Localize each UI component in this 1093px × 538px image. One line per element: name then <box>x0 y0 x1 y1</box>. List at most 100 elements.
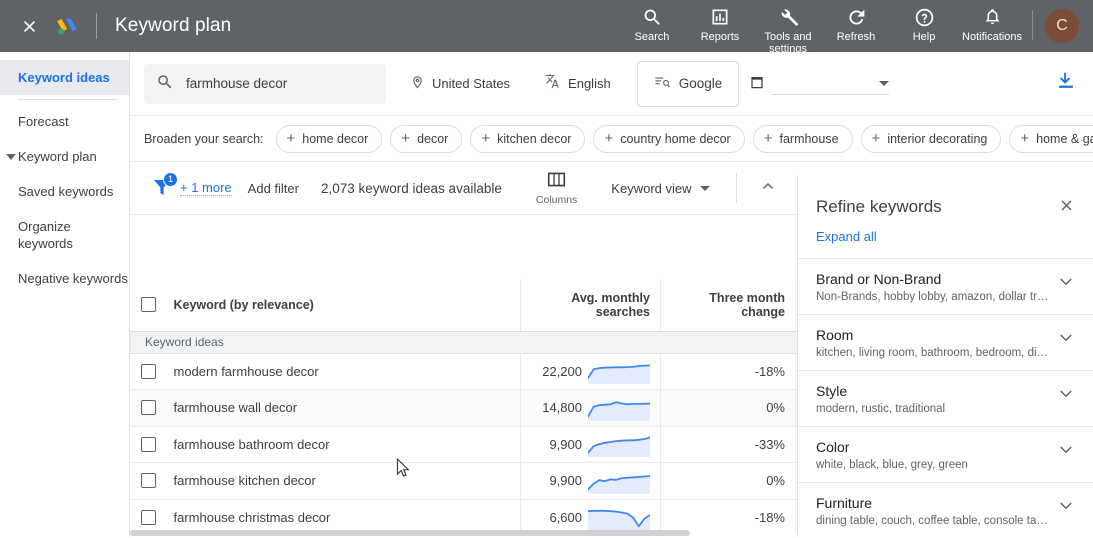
row-keyword-label: farmhouse wall decor <box>173 400 298 416</box>
chevron-down-icon[interactable] <box>1057 444 1075 459</box>
toolbar-notifications-label: Notifications <box>962 31 1022 43</box>
keyword-planner-app: Keyword plan Search Reports Tools and se… <box>0 0 1093 537</box>
refine-section-values: white, black, blue, grey, green <box>816 459 968 471</box>
refine-header: Refine keywords <box>798 175 1093 217</box>
translate-icon <box>544 73 561 94</box>
chevron-down-icon <box>699 185 710 191</box>
row-checkbox[interactable] <box>140 473 156 489</box>
scrollbar-thumb[interactable] <box>130 530 690 536</box>
row-checkbox[interactable] <box>140 400 156 416</box>
row-checkbox[interactable] <box>140 363 156 379</box>
refine-section-style[interactable]: Style modern, rustic, traditional <box>798 370 1093 426</box>
row-searches-cell: 9,900 <box>520 462 661 500</box>
broaden-chip-home-decor[interactable]: + home decor <box>275 124 383 153</box>
refine-section-name: Color <box>816 439 850 455</box>
refine-section-values: Non-Brands, hobby lobby, amazon, dollar … <box>816 291 1049 303</box>
toolbar-help[interactable]: Help <box>890 0 958 43</box>
row-checkbox[interactable] <box>140 436 156 452</box>
page-title: Keyword plan <box>115 15 232 36</box>
reports-icon <box>710 6 730 28</box>
sidebar-divider <box>18 99 117 100</box>
chevron-down-icon[interactable] <box>1057 500 1075 515</box>
refine-section-room[interactable]: Room kitchen, living room, bathroom, bed… <box>798 314 1093 370</box>
top-bar-actions: Search Reports Tools and settings Refres… <box>618 0 1093 55</box>
toolbar-tools-settings[interactable]: Tools and settings <box>754 0 822 55</box>
date-range-value[interactable] <box>771 73 890 95</box>
broaden-chip-decor[interactable]: + decor <box>390 124 463 153</box>
refresh-icon <box>846 6 867 28</box>
refine-section-brand-or-non-brand[interactable]: Brand or Non-Brand Non-Brands, hobby lob… <box>798 258 1093 314</box>
sidebar-item-label: Forecast <box>18 114 69 129</box>
sidebar-item-organize-keywords[interactable]: Organize keywords <box>0 209 129 261</box>
row-three-month-change: -33% <box>660 426 796 463</box>
expand-all-link[interactable]: Expand all <box>798 217 1093 258</box>
plus-icon: + <box>401 130 411 147</box>
row-searches-value: 22,200 <box>542 363 582 379</box>
toolbar-help-label: Help <box>912 31 936 43</box>
row-three-month-change: -18% <box>660 353 796 390</box>
broaden-chip-country-home-decor[interactable]: + country home decor <box>593 124 745 153</box>
toolbar-reports[interactable]: Reports <box>686 0 754 43</box>
chip-label: home & garden <box>1036 131 1093 146</box>
toolbar-divider <box>1032 10 1033 40</box>
sidebar-item-label: Keyword ideas <box>18 70 110 85</box>
broaden-chip-interior-decorating[interactable]: + interior decorating <box>860 124 1002 153</box>
row-three-month-change: 0% <box>660 462 796 500</box>
network-selector[interactable]: Google <box>636 60 740 107</box>
chevron-down-icon <box>879 80 890 86</box>
columns-label: Columns <box>535 194 578 206</box>
sidebar: Keyword ideas Forecast Keyword plan Save… <box>0 52 130 537</box>
language-selector[interactable]: English <box>534 66 621 102</box>
refine-section-values: dining table, couch, coffee table, conso… <box>816 515 1049 527</box>
date-range-selector[interactable] <box>749 73 890 95</box>
chip-label: farmhouse <box>779 131 839 146</box>
search-input[interactable]: farmhouse decor <box>144 63 386 104</box>
row-searches-value: 6,600 <box>549 509 582 525</box>
select-all-checkbox[interactable] <box>140 297 156 313</box>
header-three-month-change[interactable]: Three month change <box>660 279 796 332</box>
sparkline-chart <box>587 358 651 385</box>
more-filters-link[interactable]: + 1 more <box>180 180 232 196</box>
sidebar-item-keyword-plan[interactable]: Keyword plan <box>0 139 129 174</box>
wrench-icon <box>778 6 799 28</box>
network-label: Google <box>678 76 723 91</box>
view-selector[interactable]: Keyword view <box>611 181 710 196</box>
filter-icon[interactable]: 1 <box>150 172 178 201</box>
row-checkbox[interactable] <box>140 509 156 525</box>
refine-section-name: Room <box>816 327 854 343</box>
toolbar-notifications[interactable]: Notifications <box>958 0 1026 43</box>
refine-section-furniture[interactable]: Furniture dining table, couch, coffee ta… <box>798 482 1093 538</box>
sidebar-item-keyword-ideas[interactable]: Keyword ideas <box>0 60 129 95</box>
chevron-down-icon[interactable] <box>1057 276 1075 291</box>
sidebar-item-label: Saved keywords <box>18 184 114 199</box>
refine-section-values: modern, rustic, traditional <box>816 403 946 415</box>
download-button[interactable] <box>1055 70 1077 95</box>
columns-button[interactable]: Columns <box>536 170 577 206</box>
avatar[interactable]: C <box>1045 9 1079 43</box>
add-filter-button[interactable]: Add filter <box>248 181 299 196</box>
refine-section-color[interactable]: Color white, black, blue, grey, green <box>798 426 1093 482</box>
refine-section-name: Furniture <box>816 495 873 511</box>
chevron-down-icon[interactable] <box>1057 332 1075 347</box>
broaden-chip-farmhouse[interactable]: + farmhouse <box>752 124 853 153</box>
collapse-button[interactable] <box>759 178 777 199</box>
help-icon <box>914 6 935 28</box>
network-icon <box>654 74 671 94</box>
row-searches-value: 9,900 <box>549 473 582 489</box>
toolbar-refresh[interactable]: Refresh <box>822 0 890 43</box>
refine-title: Refine keywords <box>816 197 942 216</box>
google-ads-logo[interactable] <box>52 11 82 41</box>
header-avg-monthly-searches[interactable]: Avg. monthly searches <box>520 279 661 332</box>
close-icon[interactable] <box>1058 197 1075 217</box>
toolbar-reports-label: Reports <box>700 31 740 43</box>
chevron-down-icon[interactable] <box>1057 388 1075 403</box>
close-icon[interactable] <box>14 11 44 41</box>
broaden-chip-kitchen-decor[interactable]: + kitchen decor <box>470 124 586 153</box>
sidebar-item-negative-keywords[interactable]: Negative keywords <box>0 261 129 296</box>
sidebar-item-saved-keywords[interactable]: Saved keywords <box>0 174 129 209</box>
sidebar-item-forecast[interactable]: Forecast <box>0 104 129 139</box>
header-keyword[interactable]: Keyword (by relevance) <box>130 279 521 332</box>
broaden-chip-home-garden[interactable]: + home & garden <box>1009 124 1093 153</box>
location-selector[interactable]: United States <box>400 66 520 102</box>
toolbar-search[interactable]: Search <box>618 0 686 43</box>
